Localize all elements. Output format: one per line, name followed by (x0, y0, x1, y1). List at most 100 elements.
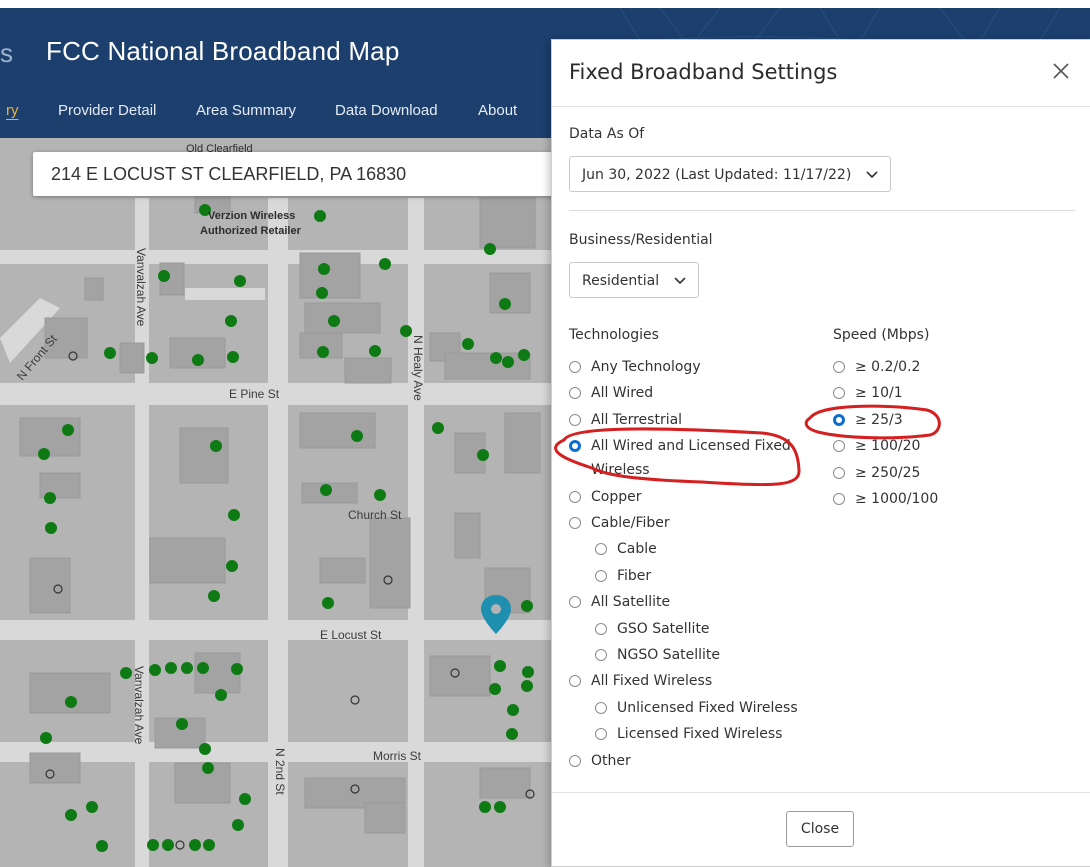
served-location-dot[interactable] (374, 489, 386, 501)
served-location-dot[interactable] (192, 354, 204, 366)
served-location-dot[interactable] (62, 424, 74, 436)
served-location-dot[interactable] (44, 492, 56, 504)
served-location-dot[interactable] (226, 560, 238, 572)
served-location-dot[interactable] (208, 590, 220, 602)
served-location-dot[interactable] (507, 704, 519, 716)
served-location-dot[interactable] (490, 352, 502, 364)
data-as-of-value: Jun 30, 2022 (Last Updated: 11/17/22) (582, 167, 852, 183)
nav-item-provider-detail[interactable]: Provider Detail (58, 102, 156, 119)
served-location-dot[interactable] (227, 351, 239, 363)
served-location-dot[interactable] (328, 315, 340, 327)
served-location-dot[interactable] (351, 430, 363, 442)
served-location-dot[interactable] (499, 298, 511, 310)
business-residential-value: Residential (582, 273, 660, 289)
unserved-location-dot[interactable] (350, 695, 360, 705)
served-location-dot[interactable] (318, 263, 330, 275)
map-label-church-st: Church St (348, 508, 402, 522)
data-as-of-select[interactable]: Jun 30, 2022 (Last Updated: 11/17/22) (569, 156, 891, 192)
served-location-dot[interactable] (477, 449, 489, 461)
map-label-vanvalzah-ave-bottom: Vanvalzah Ave (132, 666, 146, 745)
nav-item-summary[interactable]: ry (6, 102, 19, 119)
radio-label-line2: Wireless (591, 462, 650, 478)
served-location-dot[interactable] (234, 275, 246, 287)
radio-label: ≥ 100/20 (855, 438, 921, 454)
served-location-dot[interactable] (45, 522, 57, 534)
business-residential-select[interactable]: Residential (569, 262, 699, 298)
served-location-dot[interactable] (502, 356, 514, 368)
served-location-dot[interactable] (522, 666, 534, 678)
served-location-dot[interactable] (203, 839, 215, 851)
served-location-dot[interactable] (225, 315, 237, 327)
nav-item-data-download[interactable]: Data Download (335, 102, 438, 119)
address-search-input[interactable] (33, 152, 551, 196)
served-location-dot[interactable] (146, 352, 158, 364)
close-icon[interactable] (1048, 58, 1074, 84)
served-location-dot[interactable] (432, 422, 444, 434)
map-label-morris-st: Morris St (373, 749, 421, 763)
radio-label: Unlicensed Fixed Wireless (617, 700, 798, 716)
served-location-dot[interactable] (149, 664, 161, 676)
map-label-verizon: Verzion Wireless (208, 210, 296, 222)
radio-label: ≥ 1000/100 (855, 491, 939, 507)
served-location-dot[interactable] (231, 663, 243, 675)
served-location-dot[interactable] (158, 270, 170, 282)
served-location-dot[interactable] (462, 338, 474, 350)
served-location-dot[interactable] (104, 347, 116, 359)
served-location-dot[interactable] (228, 509, 240, 521)
served-location-dot[interactable] (162, 839, 174, 851)
served-location-dot[interactable] (199, 743, 211, 755)
served-location-dot[interactable] (147, 839, 159, 851)
nav-item-about[interactable]: About (478, 102, 517, 119)
radio-label: Other (591, 753, 631, 769)
served-location-dot[interactable] (518, 349, 530, 361)
served-location-dot[interactable] (521, 600, 533, 612)
radio-label: Fiber (617, 568, 652, 584)
radio-label: All Wired (591, 385, 654, 401)
served-location-dot[interactable] (96, 840, 108, 852)
served-location-dot[interactable] (479, 801, 491, 813)
map-label-vanvalzah-ave-top: Vanvalzah Ave (134, 248, 148, 327)
radio-label: All Fixed Wireless (591, 673, 713, 689)
served-location-dot[interactable] (65, 696, 77, 708)
section-divider (569, 210, 1075, 211)
served-location-dot[interactable] (317, 346, 329, 358)
served-location-dot[interactable] (322, 597, 334, 609)
served-location-dot[interactable] (197, 662, 209, 674)
served-location-dot[interactable] (38, 448, 50, 460)
served-location-dot[interactable] (316, 287, 328, 299)
served-location-dot[interactable] (210, 440, 222, 452)
served-location-dot[interactable] (494, 801, 506, 813)
served-location-dot[interactable] (215, 689, 227, 701)
served-location-dot[interactable] (379, 258, 391, 270)
served-location-dot[interactable] (86, 801, 98, 813)
nav-item-area-summary[interactable]: Area Summary (196, 102, 296, 119)
served-location-dot[interactable] (40, 732, 52, 744)
served-location-dot[interactable] (232, 819, 244, 831)
served-location-dot[interactable] (369, 345, 381, 357)
served-location-dot[interactable] (489, 683, 501, 695)
map-label-n-2nd-st: N 2nd St (273, 748, 287, 795)
radio-label: ≥ 250/25 (855, 465, 921, 481)
map-label-e-pine-st: E Pine St (229, 387, 280, 401)
served-location-dot[interactable] (484, 243, 496, 255)
served-location-dot[interactable] (494, 660, 506, 672)
served-location-dot[interactable] (176, 718, 188, 730)
served-location-dot[interactable] (521, 680, 533, 692)
served-location-dot[interactable] (239, 793, 251, 805)
unserved-location-dot[interactable] (175, 840, 185, 850)
served-location-dot[interactable] (181, 662, 193, 674)
radio-label: All Wired and Licensed Fixed (591, 438, 791, 454)
served-location-dot[interactable] (165, 662, 177, 674)
served-location-dot[interactable] (202, 762, 214, 774)
served-location-dot[interactable] (189, 839, 201, 851)
served-location-dot[interactable] (314, 210, 326, 222)
dialog-title: Fixed Broadband Settings (569, 60, 838, 84)
speed-label: Speed (Mbps) (833, 327, 930, 343)
served-location-dot[interactable] (320, 484, 332, 496)
close-button[interactable]: Close (786, 811, 854, 847)
dialog-header: Fixed Broadband Settings (552, 40, 1090, 107)
radio-label: ≥ 10/1 (855, 385, 903, 401)
served-location-dot[interactable] (120, 667, 132, 679)
served-location-dot[interactable] (506, 728, 518, 740)
served-location-dot[interactable] (65, 809, 77, 821)
